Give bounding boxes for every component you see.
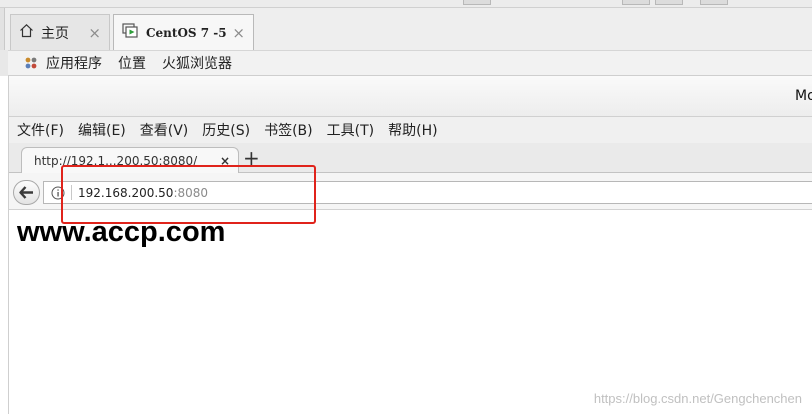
- menu-tools[interactable]: 工具(T): [327, 120, 374, 140]
- vm-tab-centos-label: CentOS 7 -5: [146, 26, 227, 40]
- vmware-toolbar-strip: [0, 0, 812, 8]
- menu-file[interactable]: 文件(F): [17, 120, 64, 140]
- vm-tab-home-label: 主页: [41, 25, 69, 42]
- menu-edit[interactable]: 编辑(E): [78, 120, 126, 140]
- toolbar-button-stub[interactable]: [463, 0, 491, 5]
- back-button[interactable]: [13, 180, 40, 205]
- toolbar-button-stub[interactable]: [622, 0, 650, 5]
- places-menu[interactable]: 位置: [118, 53, 146, 73]
- firefox-label: 火狐浏览器: [162, 56, 232, 72]
- menu-history[interactable]: 历史(S): [202, 120, 250, 140]
- firefox-menu[interactable]: 火狐浏览器: [162, 53, 232, 73]
- watermark: https://blog.csdn.net/Gengchenchen: [593, 391, 802, 406]
- home-icon: [19, 23, 34, 42]
- applications-menu[interactable]: 应用程序: [24, 53, 102, 73]
- back-arrow-icon: [19, 186, 33, 199]
- highlight-annotation: [61, 165, 316, 224]
- gnome-top-bar: 应用程序 位置 火狐浏览器: [0, 50, 812, 76]
- window-title: Mozilla Firefox: [795, 88, 812, 104]
- window-titlebar: Mozilla Firefox: [9, 76, 812, 117]
- vm-tab-centos[interactable]: CentOS 7 -5 ×: [113, 14, 254, 51]
- menu-view[interactable]: 查看(V): [140, 120, 189, 140]
- close-icon[interactable]: ×: [232, 24, 245, 42]
- firefox-window: Mozilla Firefox 文件(F) 编辑(E) 查看(V) 历史(S) …: [8, 76, 812, 414]
- page-content: www.accp.com: [9, 210, 812, 414]
- places-label: 位置: [118, 56, 146, 72]
- vm-tab-home[interactable]: 主页 ×: [10, 14, 110, 50]
- toolbar-button-stub[interactable]: [700, 0, 728, 5]
- vm-icon: [122, 23, 139, 43]
- toolbar-button-stub[interactable]: [655, 0, 683, 5]
- close-icon[interactable]: ×: [88, 24, 101, 42]
- menu-help[interactable]: 帮助(H): [388, 120, 437, 140]
- vm-tab-bar: 主页 × CentOS 7 -5 ×: [0, 8, 812, 51]
- applications-label: 应用程序: [46, 56, 102, 72]
- applications-icon: [24, 56, 38, 70]
- menu-bar: 文件(F) 编辑(E) 查看(V) 历史(S) 书签(B) 工具(T) 帮助(H…: [9, 117, 812, 143]
- library-edge: [0, 8, 5, 50]
- gnome-bar-edge: [0, 50, 8, 76]
- menu-bookmarks[interactable]: 书签(B): [264, 120, 313, 140]
